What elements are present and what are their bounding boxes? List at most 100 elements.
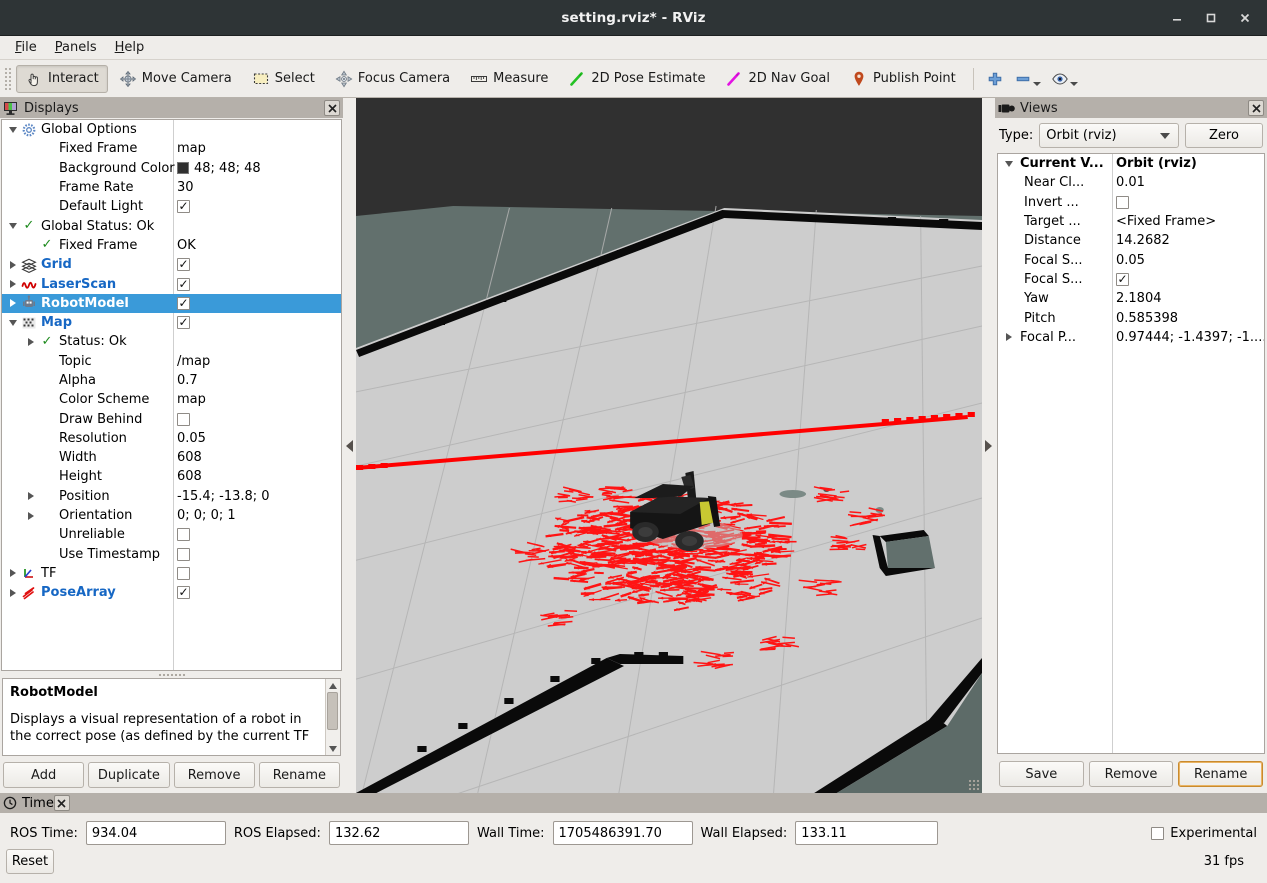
chevron-down-icon[interactable] [6,223,20,229]
display-row-value[interactable]: 48; 48; 48 [177,161,261,176]
view-row-value[interactable]: 0.01 [1116,175,1145,190]
display-enable-checkbox[interactable] [177,586,190,600]
view-row-value[interactable]: 14.2682 [1116,233,1170,248]
display-row-global-status-ok[interactable]: ✓ Global Status: Ok [2,216,341,235]
display-row-height[interactable]: Height 608 [2,467,341,486]
views-close-button[interactable] [1248,100,1264,116]
scroll-down-icon[interactable] [327,742,340,755]
view-row-focal-s[interactable]: Focal S... 0.05 [998,250,1264,269]
viewport-resize-grip[interactable] [968,779,980,791]
display-enable-checkbox[interactable] [177,547,190,561]
chevron-down-icon[interactable] [1002,161,1016,167]
view-row-value[interactable]: 0.05 [1116,253,1145,268]
display-row-draw-behind[interactable]: Draw Behind [2,409,341,428]
display-row-tf[interactable]: TF [2,564,341,583]
add-display-button[interactable]: Add [3,762,85,788]
display-row-resolution[interactable]: Resolution 0.05 [2,429,341,448]
tool-2d-nav-goal[interactable]: 2D Nav Goal [716,65,839,93]
close-button[interactable] [1229,3,1261,33]
left-splitter-handle[interactable] [343,98,356,793]
display-row-background-color[interactable]: Background Color 48; 48; 48 [2,159,341,178]
display-row-value[interactable] [177,258,190,272]
display-enable-checkbox[interactable] [177,296,190,310]
view-row-pitch[interactable]: Pitch 0.585398 [998,308,1264,327]
display-row-orientation[interactable]: Orientation 0; 0; 0; 1 [2,506,341,525]
view-row-focal-s[interactable]: Focal S... [998,270,1264,289]
view-row-focal-p[interactable]: Focal P... 0.97444; -1.4397; -1.... [998,328,1264,347]
remove-view-button[interactable]: Remove [1088,761,1174,787]
view-row-value[interactable] [1116,195,1129,209]
display-enable-checkbox[interactable] [177,412,190,426]
display-row-value[interactable]: map [177,141,206,156]
zero-button[interactable]: Zero [1185,123,1263,148]
display-enable-checkbox[interactable] [177,258,190,272]
chevron-right-icon[interactable] [6,299,20,307]
chevron-right-icon[interactable] [6,589,20,597]
tool-focus-camera[interactable]: Focus Camera [326,65,459,93]
display-row-value[interactable] [177,277,190,291]
menu-help[interactable]: Help [106,38,154,57]
tool-move-camera[interactable]: Move Camera [110,65,241,93]
display-row-value[interactable]: 0; 0; 0; 1 [177,508,236,523]
chevron-right-icon[interactable] [24,338,38,346]
display-row-value[interactable]: 30 [177,180,194,195]
chevron-down-icon[interactable] [6,127,20,133]
visibility-tool-button[interactable] [1046,66,1083,92]
view-row-current-v[interactable]: Current V... Orbit (rviz) [998,154,1264,173]
time-close-button[interactable] [53,795,70,811]
display-row-value[interactable] [177,200,190,214]
tool-measure[interactable]: Measure [461,65,557,93]
chevron-right-icon[interactable] [6,261,20,269]
tool-select[interactable]: Select [243,65,324,93]
display-enable-checkbox[interactable] [177,528,190,542]
view-type-select[interactable]: Orbit (rviz) [1039,123,1179,148]
views-tree[interactable]: Current V... Orbit (rviz) Near Cl... 0.01 In… [997,153,1265,754]
wall-time-input[interactable] [552,821,693,845]
display-row-color-scheme[interactable]: Color Scheme map [2,390,341,409]
add-tool-button[interactable] [981,66,1009,92]
duplicate-display-button[interactable]: Duplicate [88,762,170,788]
displays-help-splitter[interactable] [0,671,343,678]
display-enable-checkbox[interactable] [177,277,190,291]
display-row-fixed-frame[interactable]: ✓ Fixed Frame OK [2,236,341,255]
reset-button[interactable]: Reset [6,849,54,874]
chevron-down-icon[interactable] [6,320,20,326]
display-row-frame-rate[interactable]: Frame Rate 30 [2,178,341,197]
display-row-value[interactable]: OK [177,238,196,253]
display-row-value[interactable]: -15.4; -13.8; 0 [177,489,270,504]
experimental-checkbox[interactable] [1151,826,1165,840]
scroll-thumb[interactable] [327,692,338,730]
display-row-width[interactable]: Width 608 [2,448,341,467]
ros-elapsed-input[interactable] [328,821,469,845]
right-splitter-handle[interactable] [982,98,995,793]
view-row-value[interactable] [1116,272,1129,286]
menu-panels[interactable]: Panels [46,38,106,57]
remove-tool-button[interactable] [1009,66,1046,92]
display-row-use-timestamp[interactable]: Use Timestamp [2,545,341,564]
save-view-button[interactable]: Save [999,761,1084,787]
chevron-right-icon[interactable] [6,280,20,288]
view-row-near-cl[interactable]: Near Cl... 0.01 [998,173,1264,192]
tool-interact[interactable]: Interact [16,64,108,93]
view-row-yaw[interactable]: Yaw 2.1804 [998,289,1264,308]
displays-close-button[interactable] [324,100,340,116]
toolbar-drag-handle[interactable] [4,66,12,91]
display-row-alpha[interactable]: Alpha 0.7 [2,371,341,390]
display-row-value[interactable]: /map [177,354,210,369]
display-row-value[interactable]: 608 [177,450,202,465]
view-row-value[interactable]: Orbit (rviz) [1116,156,1197,171]
display-row-unreliable[interactable]: Unreliable [2,525,341,544]
view-row-target[interactable]: Target ... <Fixed Frame> [998,212,1264,231]
scroll-track[interactable] [326,692,340,742]
display-row-topic[interactable]: Topic/map [2,352,341,371]
display-row-map[interactable]: Map [2,313,341,332]
display-row-global-options[interactable]: Global Options [2,120,341,139]
display-row-value[interactable] [177,296,190,310]
rename-view-button[interactable]: Rename [1178,761,1264,787]
display-row-value[interactable] [177,412,190,426]
scroll-up-icon[interactable] [327,679,340,692]
render-viewport-3d[interactable] [356,98,982,793]
color-swatch[interactable] [177,162,189,175]
display-row-value[interactable] [177,566,190,580]
chevron-right-icon[interactable] [1002,333,1016,341]
